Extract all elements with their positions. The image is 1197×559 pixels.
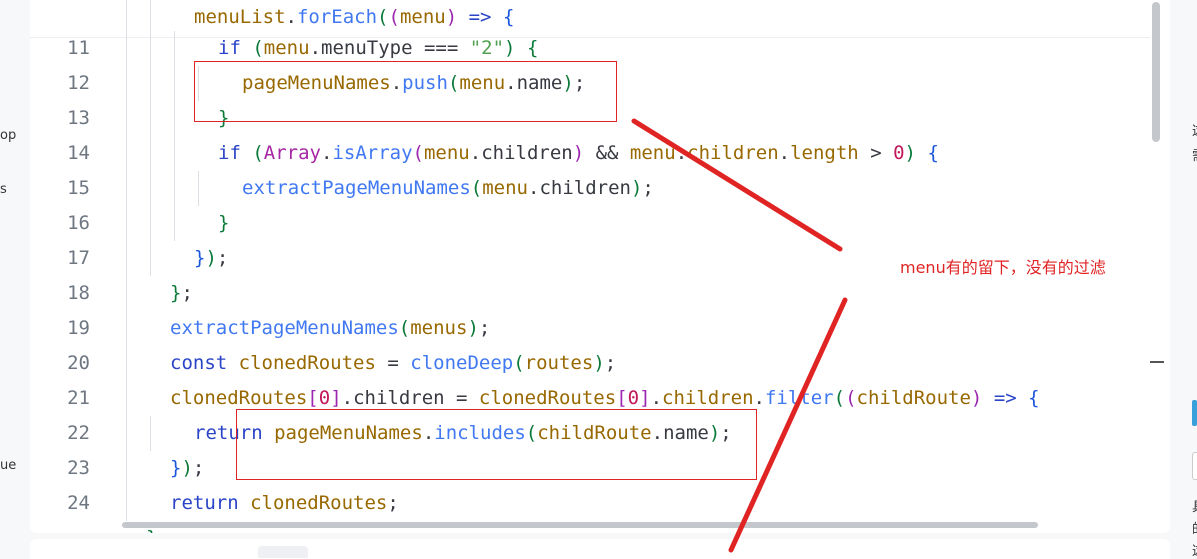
annotation-label: menu有的留下，没有的过滤 <box>900 258 1106 277</box>
arrow-line-upper <box>631 118 843 252</box>
arrow-line-lower <box>728 297 848 553</box>
annotation-arrows <box>631 118 848 553</box>
